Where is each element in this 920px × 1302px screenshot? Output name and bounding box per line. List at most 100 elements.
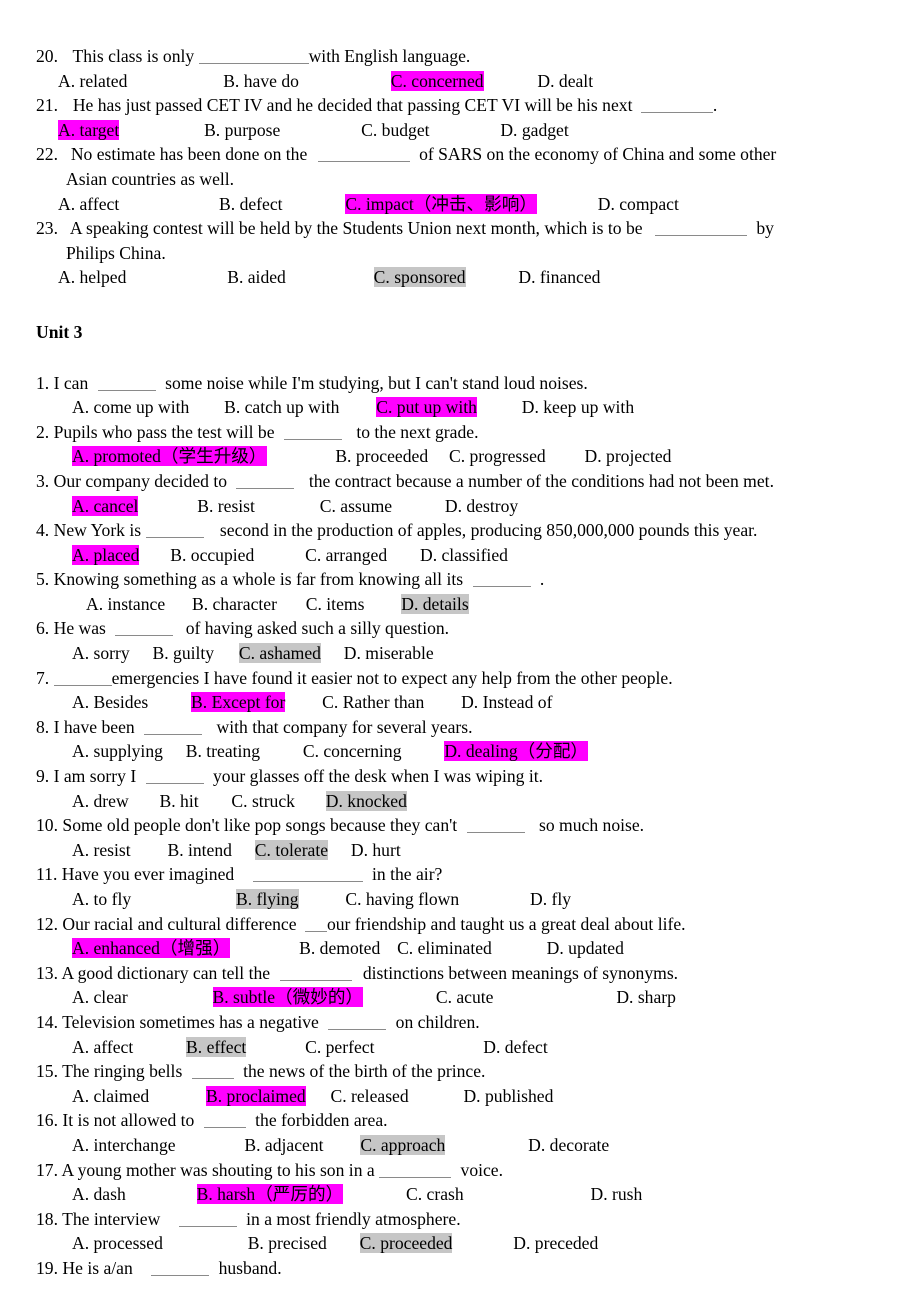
option-b[interactable]: B. catch up with: [224, 397, 339, 417]
option-b[interactable]: B. defect: [219, 194, 283, 214]
option-b[interactable]: B. hit: [160, 791, 199, 811]
option-b[interactable]: B. Except for: [191, 692, 286, 713]
answer-blank[interactable]: [654, 222, 747, 237]
option-b[interactable]: B. effect: [186, 1036, 247, 1057]
option-b[interactable]: B. proclaimed: [206, 1085, 306, 1106]
option-a[interactable]: A. related: [58, 71, 127, 91]
option-d[interactable]: D. gadget: [500, 120, 568, 140]
option-a[interactable]: A. promoted（学生升级）: [72, 446, 267, 467]
option-d[interactable]: D. preceded: [513, 1233, 598, 1253]
option-b[interactable]: B. treating: [186, 741, 260, 761]
answer-blank[interactable]: [53, 672, 112, 686]
option-b[interactable]: B. subtle（微妙的）: [212, 987, 364, 1008]
answer-blank[interactable]: [97, 377, 156, 391]
answer-blank[interactable]: [144, 721, 203, 735]
option-b[interactable]: B. have do: [223, 71, 299, 91]
answer-blank[interactable]: [472, 573, 531, 588]
option-a[interactable]: A. to fly: [72, 889, 131, 909]
answer-blank[interactable]: [178, 1213, 237, 1227]
option-a[interactable]: A. Besides: [72, 692, 148, 712]
option-c[interactable]: C. released: [330, 1086, 408, 1106]
answer-blank[interactable]: [145, 770, 204, 785]
option-a[interactable]: A. target: [58, 119, 120, 140]
option-d[interactable]: D. dealt: [537, 71, 593, 91]
answer-blank[interactable]: [317, 148, 410, 163]
option-a[interactable]: A. helped: [58, 267, 126, 287]
option-c[interactable]: C. approach: [360, 1134, 446, 1155]
answer-blank[interactable]: [283, 426, 342, 440]
option-c[interactable]: C. having flown: [345, 889, 459, 909]
option-d[interactable]: D. published: [463, 1086, 553, 1106]
option-a[interactable]: A. affect: [72, 1037, 133, 1057]
answer-blank[interactable]: [236, 475, 295, 489]
option-a[interactable]: A. resist: [72, 840, 131, 860]
answer-blank[interactable]: [640, 99, 713, 114]
option-d[interactable]: D. knocked: [325, 790, 407, 811]
option-a[interactable]: A. instance: [86, 594, 165, 614]
option-b[interactable]: B. guilty: [152, 643, 214, 663]
answer-blank[interactable]: [379, 1164, 452, 1178]
answer-blank[interactable]: [151, 1262, 210, 1276]
option-a[interactable]: A. affect: [58, 194, 119, 214]
option-b[interactable]: B. harsh（严厉的）: [196, 1184, 344, 1205]
option-c[interactable]: C. eliminated: [397, 938, 492, 958]
option-d[interactable]: D. details: [401, 593, 469, 614]
option-c[interactable]: C. tolerate: [254, 839, 329, 860]
option-a[interactable]: A. clear: [72, 987, 128, 1007]
option-c[interactable]: C. sponsored: [373, 267, 466, 288]
option-d[interactable]: D. miserable: [344, 643, 434, 663]
option-d[interactable]: D. classified: [420, 545, 508, 565]
answer-blank[interactable]: [328, 1016, 387, 1030]
option-d[interactable]: D. fly: [530, 889, 571, 909]
answer-blank[interactable]: [115, 622, 174, 637]
option-a[interactable]: A. come up with: [72, 397, 189, 417]
option-a[interactable]: A. sorry: [72, 643, 130, 663]
option-d[interactable]: D. Instead of: [461, 692, 552, 712]
answer-blank[interactable]: [466, 819, 525, 834]
option-a[interactable]: A. cancel: [72, 495, 139, 516]
option-c[interactable]: C. perfect: [305, 1037, 374, 1057]
option-c[interactable]: C. acute: [436, 987, 494, 1007]
answer-blank[interactable]: [145, 524, 204, 539]
option-c[interactable]: C. proceeded: [359, 1233, 453, 1254]
option-b[interactable]: B. proceeded: [335, 446, 428, 466]
option-b[interactable]: B. occupied: [170, 545, 254, 565]
option-b[interactable]: B. demoted: [299, 938, 380, 958]
option-c[interactable]: C. ashamed: [238, 643, 321, 664]
answer-blank[interactable]: [280, 967, 353, 981]
answer-blank[interactable]: [304, 918, 327, 932]
answer-blank[interactable]: [252, 868, 363, 883]
answer-blank[interactable]: [203, 1114, 246, 1129]
option-d[interactable]: D. decorate: [528, 1135, 609, 1155]
option-d[interactable]: D. projected: [585, 446, 672, 466]
option-d[interactable]: D. financed: [518, 267, 600, 287]
option-b[interactable]: B. purpose: [204, 120, 280, 140]
option-d[interactable]: D. defect: [483, 1037, 547, 1057]
option-d[interactable]: D. hurt: [351, 840, 401, 860]
option-a[interactable]: A. enhanced（增强）: [72, 938, 231, 959]
option-c[interactable]: C. struck: [231, 791, 295, 811]
option-b[interactable]: B. adjacent: [244, 1135, 323, 1155]
answer-blank[interactable]: [198, 50, 309, 64]
option-a[interactable]: A. drew: [72, 791, 129, 811]
option-d[interactable]: D. rush: [590, 1184, 642, 1204]
option-a[interactable]: A. supplying: [72, 741, 163, 761]
option-c[interactable]: C. assume: [320, 496, 392, 516]
option-a[interactable]: A. interchange: [72, 1135, 176, 1155]
option-c[interactable]: C. arranged: [305, 545, 387, 565]
option-d[interactable]: D. keep up with: [522, 397, 634, 417]
option-c[interactable]: C. concerning: [303, 741, 402, 761]
option-d[interactable]: D. compact: [598, 194, 679, 214]
option-c[interactable]: C. progressed: [449, 446, 546, 466]
option-c[interactable]: C. put up with: [376, 397, 477, 418]
option-b[interactable]: B. aided: [227, 267, 286, 287]
option-b[interactable]: B. flying: [235, 889, 299, 909]
option-d[interactable]: D. dealing（分配）: [444, 741, 589, 762]
option-d[interactable]: D. updated: [547, 938, 624, 958]
option-a[interactable]: A. placed: [72, 544, 140, 565]
answer-blank[interactable]: [191, 1065, 234, 1080]
option-c[interactable]: C. crash: [406, 1184, 464, 1204]
option-c[interactable]: C. Rather than: [322, 692, 424, 712]
option-a[interactable]: A. claimed: [72, 1086, 149, 1106]
option-b[interactable]: B. character: [192, 594, 277, 614]
